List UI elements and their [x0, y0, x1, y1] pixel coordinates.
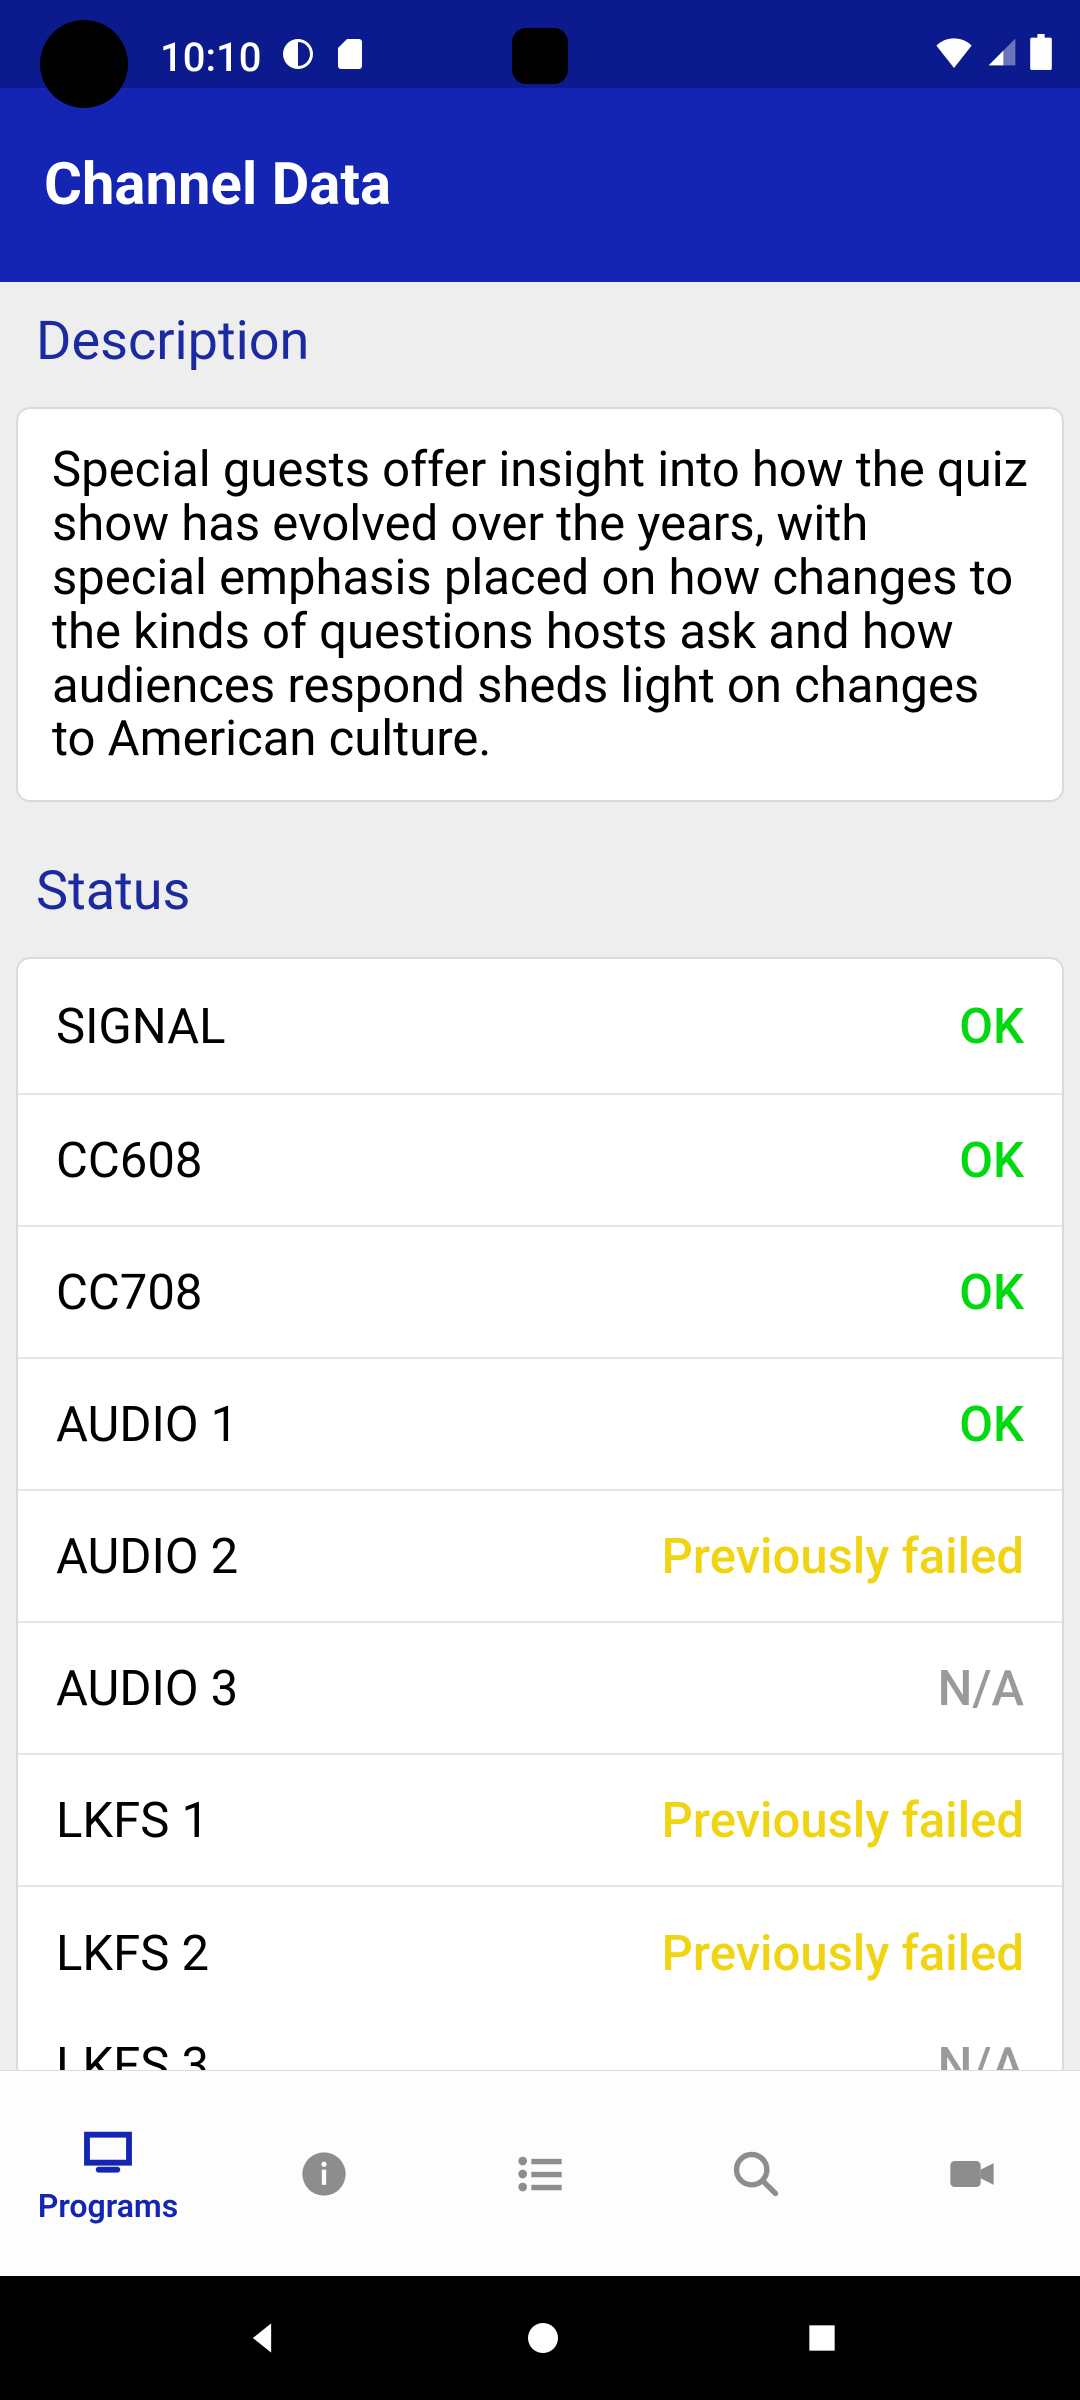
tv-icon: [80, 2123, 136, 2179]
status-row-value: OK: [959, 1396, 1024, 1453]
status-row-label: SIGNAL: [56, 998, 226, 1055]
status-row[interactable]: AUDIO 3 N/A: [18, 1623, 1062, 1755]
info-icon: [298, 2148, 350, 2200]
status-bar-right-icons: [934, 34, 1052, 70]
camera-notch: [512, 28, 568, 84]
status-row-label: CC708: [56, 1264, 202, 1321]
cellular-icon: [984, 36, 1020, 68]
status-row[interactable]: LKFS 2 Previously failed: [18, 1887, 1062, 2019]
status-row-value: Previously failed: [662, 1792, 1024, 1849]
status-row-label: LKFS 2: [56, 1925, 209, 1982]
status-row[interactable]: CC708 OK: [18, 1227, 1062, 1359]
description-section-header: Description: [0, 282, 1080, 395]
status-row-value: Previously failed: [662, 1925, 1024, 1982]
status-row-value: Previously failed: [662, 1528, 1024, 1585]
bottom-navigation: Programs: [0, 2070, 1080, 2276]
status-row[interactable]: LKFS 1 Previously failed: [18, 1755, 1062, 1887]
nav-video[interactable]: [864, 2071, 1080, 2276]
status-row-partial[interactable]: LKFS 3 N/A: [18, 2019, 1062, 2070]
status-row[interactable]: SIGNAL OK: [18, 959, 1062, 1095]
status-row-value: OK: [959, 1264, 1024, 1321]
back-icon[interactable]: [240, 2316, 284, 2360]
status-row-value: N/A: [938, 2037, 1024, 2070]
search-icon: [730, 2148, 782, 2200]
nav-search[interactable]: [648, 2071, 864, 2276]
status-row-label: AUDIO 3: [56, 1660, 238, 1717]
wifi-icon: [934, 36, 974, 68]
nav-info[interactable]: [216, 2071, 432, 2276]
status-bar-notif-icons: [280, 36, 368, 72]
status-row-label: AUDIO 2: [56, 1528, 238, 1585]
status-bar-circle: [40, 20, 128, 108]
battery-icon: [1030, 34, 1052, 70]
nav-programs[interactable]: Programs: [0, 2071, 216, 2276]
app-bar-title: Channel Data: [44, 151, 391, 219]
status-row-label: LKFS 1: [56, 1792, 209, 1849]
android-status-bar: 10:10: [0, 0, 1080, 88]
description-card: Special guests offer insight into how th…: [16, 407, 1064, 802]
sd-card-icon: [332, 36, 368, 72]
status-card: SIGNAL OK CC608 OK CC708 OK AUDIO 1 OK AUDIO 2 Pr…: [16, 957, 1064, 2070]
status-row[interactable]: CC608 OK: [18, 1095, 1062, 1227]
contrast-icon: [280, 36, 316, 72]
status-row-label: AUDIO 1: [56, 1396, 238, 1453]
status-row-label: LKFS 3: [56, 2037, 209, 2070]
android-navigation-bar: [0, 2276, 1080, 2400]
status-section-header: Status: [0, 832, 1080, 945]
status-row-value: N/A: [938, 1660, 1024, 1717]
list-icon: [514, 2148, 566, 2200]
main-content[interactable]: Description Special guests offer insight…: [0, 282, 1080, 2070]
status-row[interactable]: AUDIO 2 Previously failed: [18, 1491, 1062, 1623]
video-camera-icon: [946, 2148, 998, 2200]
home-icon[interactable]: [523, 2318, 563, 2358]
status-row[interactable]: AUDIO 1 OK: [18, 1359, 1062, 1491]
nav-programs-label: Programs: [38, 2187, 178, 2225]
status-row-value: OK: [959, 1132, 1024, 1189]
status-row-value: OK: [959, 998, 1024, 1055]
description-text: Special guests offer insight into how th…: [52, 443, 1028, 766]
nav-list[interactable]: [432, 2071, 648, 2276]
status-row-label: CC608: [56, 1132, 202, 1189]
app-bar: Channel Data: [0, 88, 1080, 282]
recents-icon[interactable]: [803, 2319, 841, 2357]
status-bar-time: 10:10: [160, 34, 261, 81]
